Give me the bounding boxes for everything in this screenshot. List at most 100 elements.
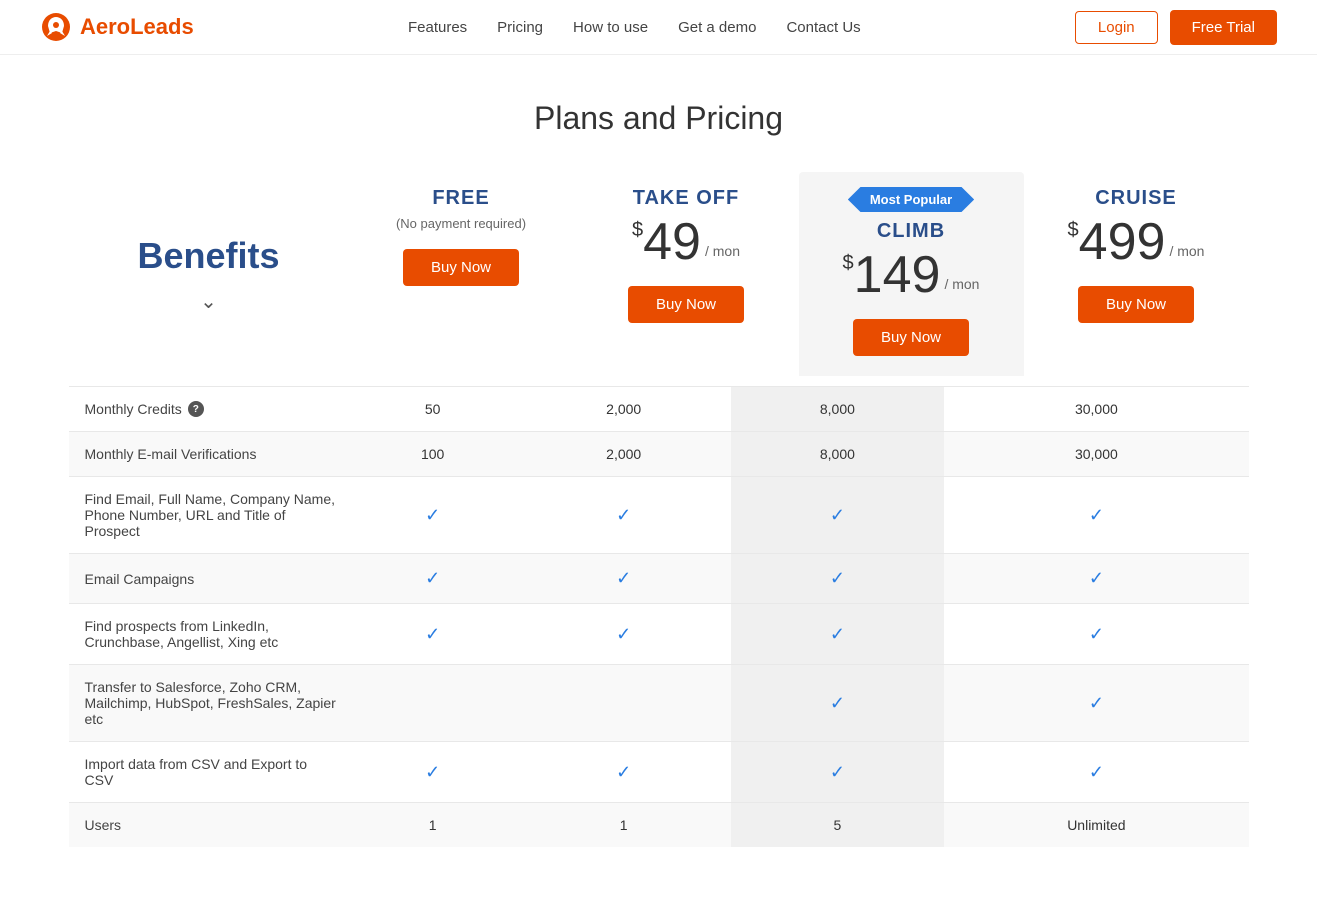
plan-cruise-amount: 499 (1079, 216, 1166, 268)
plan-climb-dollar: $ (843, 253, 854, 273)
most-popular-badge: Most Popular (848, 187, 974, 212)
feature-value-text: 8,000 (820, 401, 855, 417)
feature-value-cell: ✓ (731, 604, 945, 665)
plan-takeoff: TAKE OFF $ 49 / mon Buy Now (574, 172, 799, 376)
plan-climb: Most Popular CLIMB $ 149 / mon Buy Now (799, 172, 1024, 376)
feature-value-cell: 5 (731, 803, 945, 848)
table-row: Import data from CSV and Export to CSV ✓ ✓… (69, 742, 1249, 803)
plan-cruise: CRUISE $ 499 / mon Buy Now (1024, 172, 1249, 376)
feature-value-cell: ✓ (731, 477, 945, 554)
plan-free: FREE (No payment required) Buy Now (349, 172, 574, 376)
nav-get-a-demo[interactable]: Get a demo (678, 19, 756, 36)
feature-value-text: Unlimited (1067, 817, 1125, 833)
free-trial-button[interactable]: Free Trial (1170, 10, 1277, 45)
nav-how-to-use[interactable]: How to use (573, 19, 648, 36)
nav-links: Features Pricing How to use Get a demo C… (408, 19, 861, 36)
checkmark-icon: ✓ (1089, 624, 1104, 644)
plan-cruise-name: CRUISE (1095, 187, 1177, 210)
feature-value-cell: ✓ (944, 554, 1248, 604)
feature-label-cell: Email Campaigns (69, 554, 349, 604)
checkmark-icon: ✓ (1089, 693, 1104, 713)
checkmark-icon: ✓ (616, 624, 631, 644)
table-row: Monthly Credits?502,0008,00030,000 (69, 387, 1249, 432)
checkmark-icon: ✓ (425, 624, 440, 644)
info-icon[interactable]: ? (188, 401, 204, 417)
feature-value-cell: Unlimited (944, 803, 1248, 848)
plan-climb-name: CLIMB (877, 220, 945, 243)
plan-takeoff-amount: 49 (643, 216, 701, 268)
table-row: Find prospects from LinkedIn, Crunchbase… (69, 604, 1249, 665)
checkmark-icon: ✓ (425, 505, 440, 525)
feature-label-cell: Import data from CSV and Export to CSV (69, 742, 349, 803)
feature-value-cell: 1 (349, 803, 517, 848)
feature-value-cell: ✓ (731, 665, 945, 742)
logo-text: AeroLeads (80, 14, 194, 40)
nav-features[interactable]: Features (408, 19, 467, 36)
feature-value-cell: ✓ (349, 665, 517, 742)
feature-value-text: 100 (421, 446, 444, 462)
checkmark-icon: ✓ (425, 762, 440, 782)
feature-value-cell: ✓ (349, 477, 517, 554)
plan-takeoff-name: TAKE OFF (633, 187, 740, 210)
plan-climb-price: $ 149 / mon (843, 249, 980, 301)
checkmark-icon: ✓ (425, 568, 440, 588)
benefits-title: Benefits (137, 235, 279, 277)
plan-climb-amount: 149 (854, 249, 941, 301)
checkmark-empty: ✓ (427, 695, 439, 711)
plan-cruise-buy-button[interactable]: Buy Now (1078, 286, 1194, 323)
plan-free-buy-button[interactable]: Buy Now (403, 249, 519, 286)
feature-value-text: 5 (833, 817, 841, 833)
plan-takeoff-buy-button[interactable]: Buy Now (628, 286, 744, 323)
plan-climb-buy-button[interactable]: Buy Now (853, 319, 969, 356)
checkmark-icon: ✓ (1089, 762, 1104, 782)
feature-value-cell: 2,000 (517, 432, 731, 477)
navbar: AeroLeads Features Pricing How to use Ge… (0, 0, 1317, 55)
feature-value-text: 50 (425, 401, 441, 417)
rocket-icon (40, 11, 72, 43)
benefits-cell: Benefits ⌄ (69, 172, 349, 376)
nav-actions: Login Free Trial (1075, 10, 1277, 45)
feature-value-cell: ✓ (517, 554, 731, 604)
checkmark-icon: ✓ (830, 762, 845, 782)
plan-takeoff-dollar: $ (632, 220, 643, 240)
nav-pricing[interactable]: Pricing (497, 19, 543, 36)
table-row: Email Campaigns ✓ ✓ ✓ ✓ (69, 554, 1249, 604)
feature-value-text: 30,000 (1075, 446, 1118, 462)
table-row: Users115Unlimited (69, 803, 1249, 848)
feature-value-cell: 30,000 (944, 432, 1248, 477)
checkmark-icon: ✓ (830, 624, 845, 644)
feature-value-cell: ✓ (517, 477, 731, 554)
plan-takeoff-period: / mon (705, 244, 740, 258)
plan-cruise-price: $ 499 / mon (1068, 216, 1205, 268)
feature-value-cell: ✓ (944, 477, 1248, 554)
table-row: Find Email, Full Name, Company Name, Pho… (69, 477, 1249, 554)
login-button[interactable]: Login (1075, 11, 1158, 44)
feature-value-cell: ✓ (349, 554, 517, 604)
feature-value-cell: ✓ (944, 742, 1248, 803)
checkmark-icon: ✓ (616, 568, 631, 588)
logo[interactable]: AeroLeads (40, 11, 194, 43)
checkmark-icon: ✓ (830, 568, 845, 588)
feature-value-cell: ✓ (944, 665, 1248, 742)
feature-value-cell: 50 (349, 387, 517, 432)
feature-value-cell: ✓ (731, 554, 945, 604)
feature-label-cell: Find Email, Full Name, Company Name, Pho… (69, 477, 349, 554)
benefits-chevron[interactable]: ⌄ (200, 289, 217, 314)
plan-header-row: Benefits ⌄ FREE (No payment required) Bu… (69, 172, 1249, 376)
plan-free-name: FREE (432, 187, 489, 210)
feature-label-text: Monthly Credits (85, 401, 182, 417)
feature-value-cell: ✓ (517, 665, 731, 742)
pricing-wrapper: Benefits ⌄ FREE (No payment required) Bu… (49, 172, 1269, 907)
nav-contact-us[interactable]: Contact Us (786, 19, 860, 36)
feature-table: Monthly Credits? 50 2,000 8,000 30,000 Monthl… (69, 386, 1249, 847)
plan-climb-period: / mon (944, 277, 979, 291)
plan-takeoff-price: $ 49 / mon (632, 216, 740, 268)
feature-value-cell: ✓ (517, 742, 731, 803)
plan-free-subtitle: (No payment required) (396, 216, 526, 231)
feature-value-text: 8,000 (820, 446, 855, 462)
checkmark-icon: ✓ (830, 693, 845, 713)
checkmark-icon: ✓ (1089, 568, 1104, 588)
feature-label-cell: Monthly E-mail Verifications (69, 432, 349, 477)
checkmark-icon: ✓ (1089, 505, 1104, 525)
feature-value-text: 1 (620, 817, 628, 833)
